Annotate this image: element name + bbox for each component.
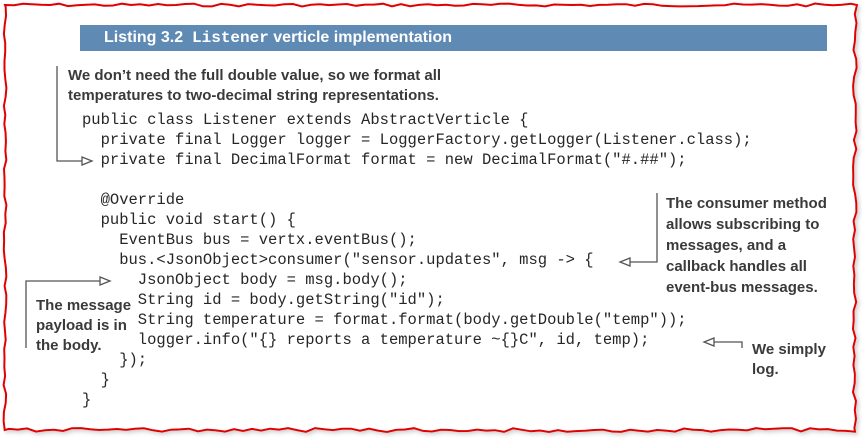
payload-arrow: [25, 280, 100, 348]
log-arrow-head: [702, 337, 715, 347]
format-arrow-head: [81, 156, 94, 166]
callout-arrows: [25, 66, 743, 348]
consumer-arrow: [630, 193, 658, 263]
log-arrow: [714, 341, 743, 348]
format-arrow: [56, 66, 82, 162]
consumer-arrow-head: [618, 257, 631, 267]
payload-arrow-head: [99, 276, 112, 286]
